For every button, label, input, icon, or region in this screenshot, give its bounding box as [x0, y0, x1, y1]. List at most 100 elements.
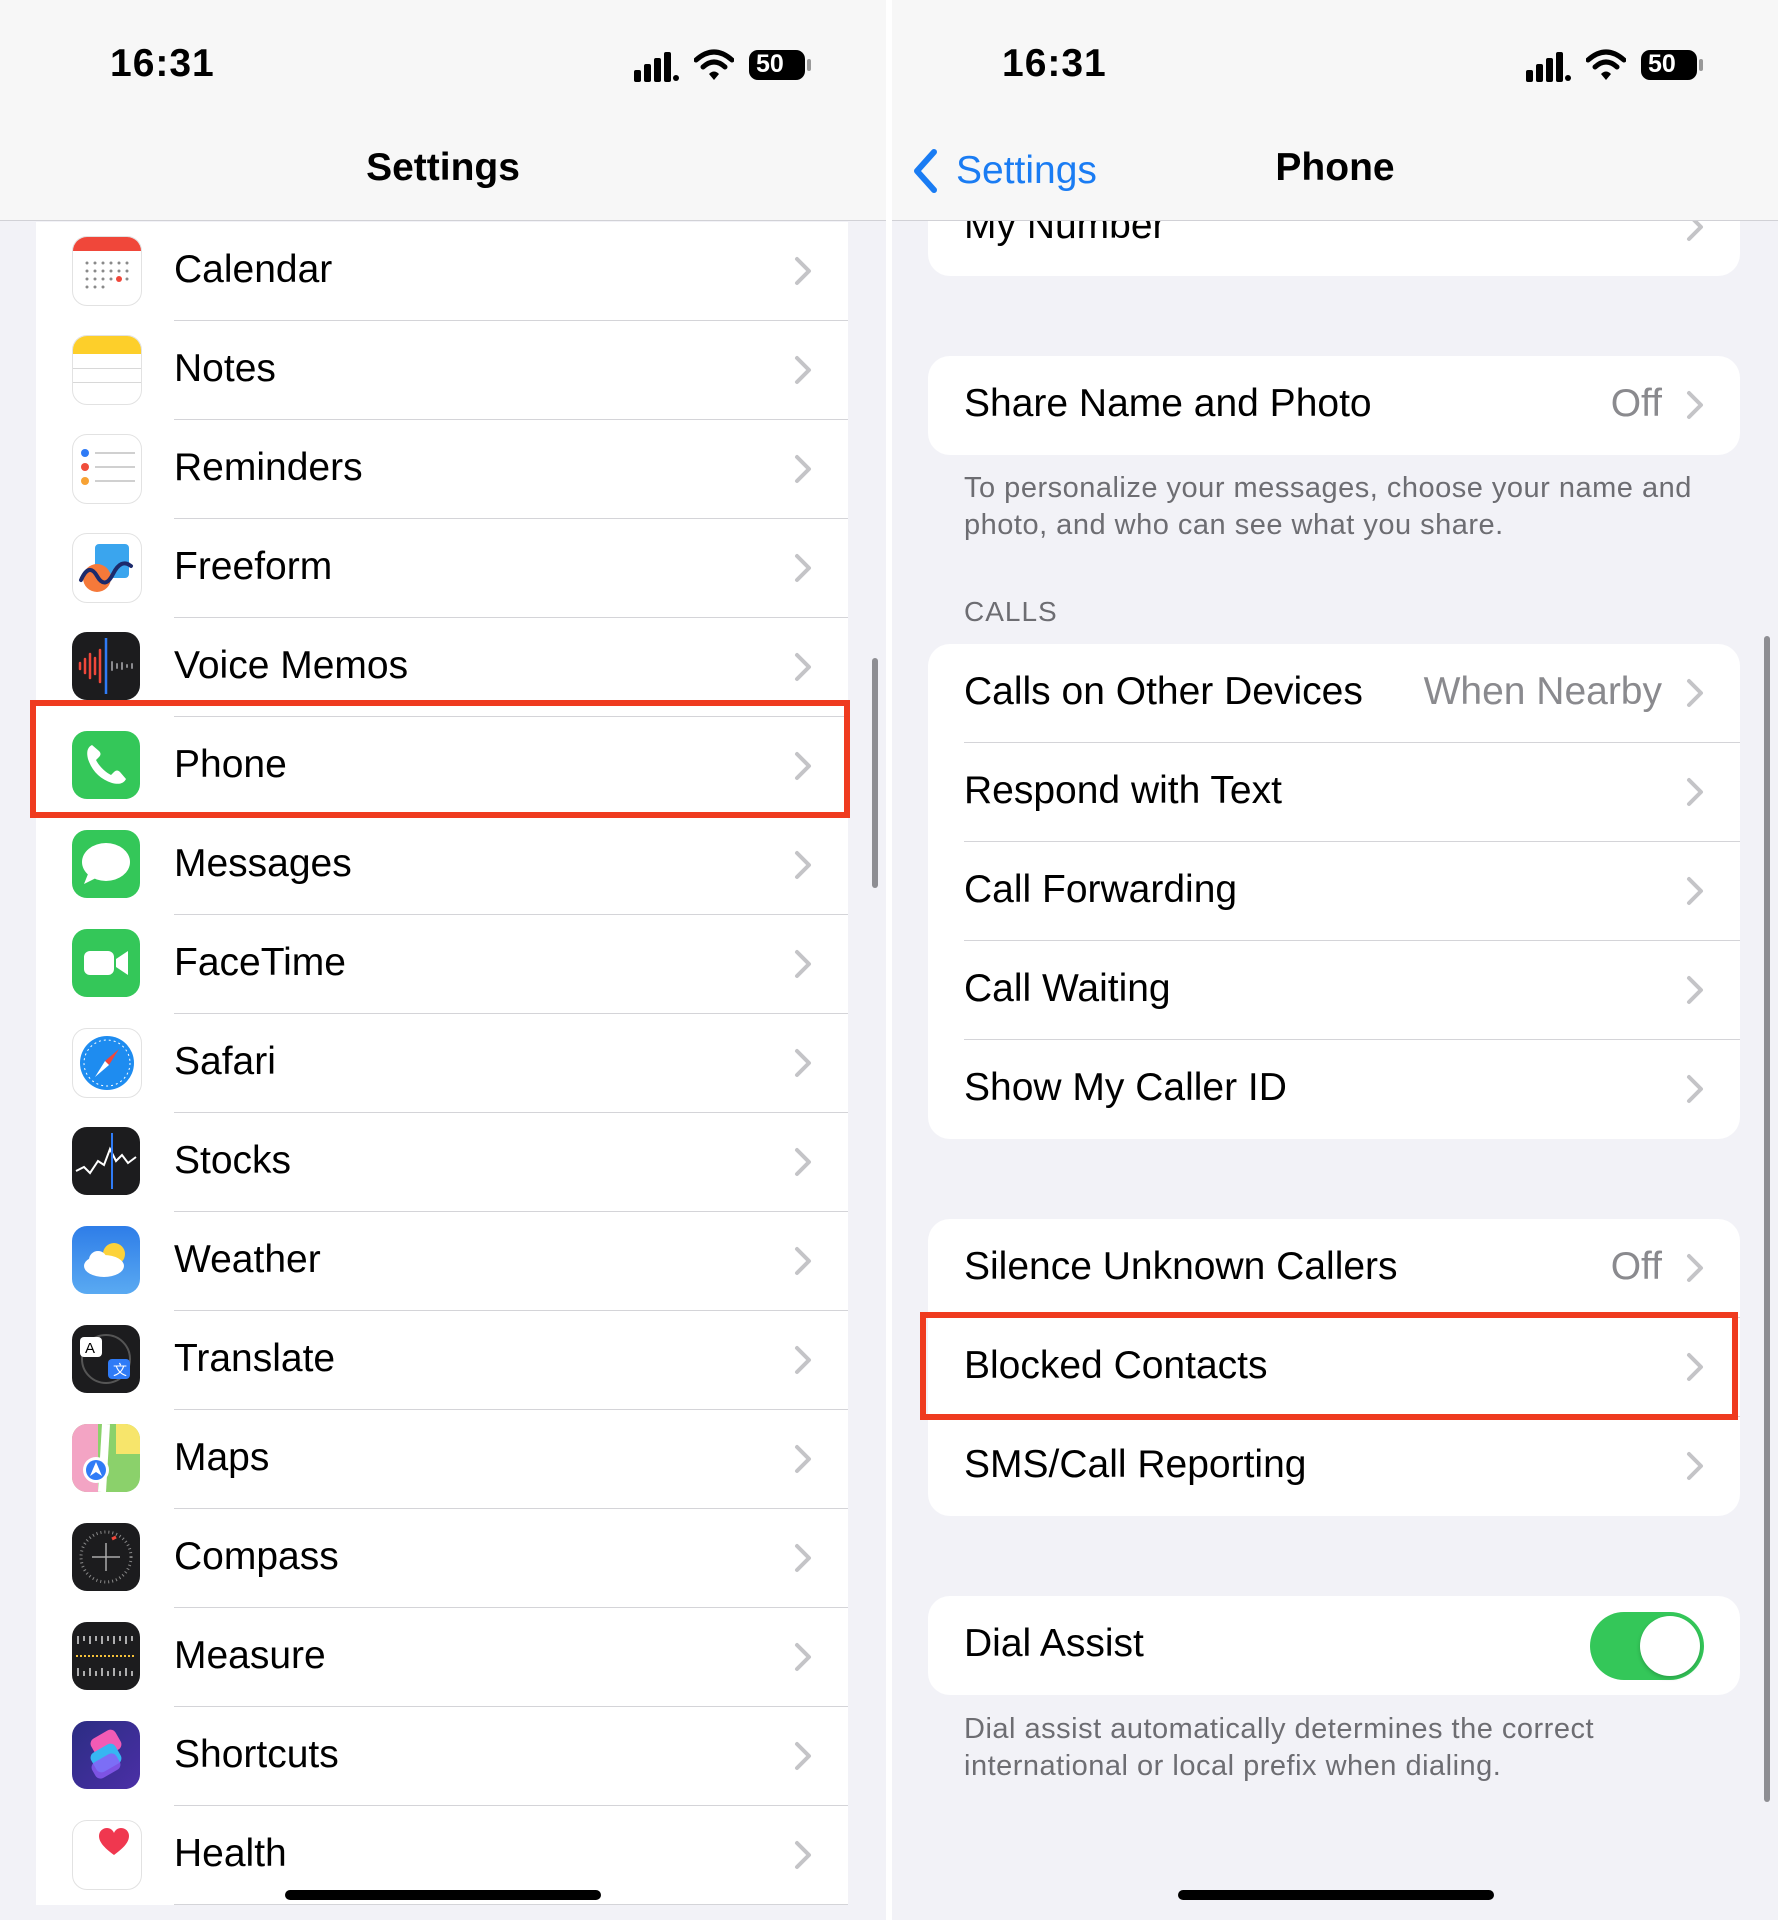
chevron-right-icon: [1686, 876, 1704, 906]
status-time: 16:31: [1002, 42, 1107, 85]
scrollbar[interactable]: [1764, 636, 1770, 1802]
calls-group: Calls on Other Devices When Nearby Respo…: [928, 644, 1740, 1139]
call-waiting-row[interactable]: Call Waiting: [928, 941, 1740, 1040]
share-name-group: Share Name and Photo Off: [928, 356, 1740, 455]
settings-item-measure[interactable]: Measure: [36, 1608, 848, 1707]
wifi-icon: [694, 49, 734, 80]
settings-item-calendar[interactable]: Calendar: [36, 222, 848, 321]
chevron-right-icon: [794, 1741, 812, 1771]
settings-item-label: Messages: [174, 842, 352, 885]
settings-item-label: Calendar: [174, 248, 333, 291]
share-name-and-photo-row[interactable]: Share Name and Photo Off: [928, 356, 1740, 455]
status-time: 16:31: [110, 42, 215, 85]
home-indicator[interactable]: [285, 1890, 601, 1900]
share-footnote: To personalize your messages, choose you…: [964, 472, 1692, 541]
health-icon: [72, 1820, 142, 1890]
settings-item-facetime[interactable]: FaceTime: [36, 915, 848, 1014]
row-label: SMS/Call Reporting: [964, 1443, 1307, 1486]
settings-item-stocks[interactable]: Stocks: [36, 1113, 848, 1212]
chevron-right-icon: [794, 256, 812, 286]
dial-assist-toggle[interactable]: [1590, 1612, 1704, 1680]
facetime-icon: [72, 929, 140, 997]
settings-item-label: Translate: [174, 1337, 336, 1380]
settings-item-messages[interactable]: Messages: [36, 816, 848, 915]
settings-item-translate[interactable]: A文 Translate: [36, 1311, 848, 1410]
dial-assist-group: Dial Assist: [928, 1596, 1740, 1695]
settings-item-label: Weather: [174, 1238, 321, 1281]
freeform-icon: [72, 533, 142, 603]
chevron-right-icon: [794, 1048, 812, 1078]
chevron-right-icon: [1686, 1451, 1704, 1481]
chevron-right-icon: [794, 454, 812, 484]
call-forwarding-row[interactable]: Call Forwarding: [928, 842, 1740, 941]
settings-item-maps[interactable]: Maps: [36, 1410, 848, 1509]
settings-item-safari[interactable]: Safari: [36, 1014, 848, 1113]
settings-item-shortcuts[interactable]: Shortcuts: [36, 1707, 848, 1806]
messages-icon: [72, 830, 140, 898]
shortcuts-icon: [72, 1721, 140, 1789]
svg-text:A: A: [85, 1340, 95, 1357]
row-label: Dial Assist: [964, 1622, 1144, 1665]
row-label: Show My Caller ID: [964, 1066, 1287, 1109]
toggle-knob: [1640, 1616, 1700, 1676]
calls-on-other-devices-row[interactable]: Calls on Other Devices When Nearby: [928, 644, 1740, 743]
voice-memos-icon: [72, 632, 140, 700]
settings-item-label: FaceTime: [174, 941, 346, 984]
notes-icon: [72, 335, 142, 405]
chevron-right-icon: [794, 1642, 812, 1672]
cellular-signal-icon: [634, 52, 679, 82]
translate-icon: A文: [72, 1325, 140, 1393]
show-my-caller-id-row[interactable]: Show My Caller ID: [928, 1040, 1740, 1139]
wifi-icon: [1586, 49, 1626, 80]
chevron-right-icon: [1686, 975, 1704, 1005]
chevron-right-icon: [794, 1246, 812, 1276]
chevron-right-icon: [794, 1444, 812, 1474]
settings-item-label: Notes: [174, 347, 276, 390]
nav-bar: Settings Phone: [892, 110, 1778, 221]
settings-item-label: Compass: [174, 1535, 339, 1578]
chevron-right-icon: [794, 949, 812, 979]
chevron-right-icon: [1686, 1253, 1704, 1283]
row-value: Off: [1610, 382, 1662, 425]
chevron-right-icon: [794, 1840, 812, 1870]
cellular-signal-icon: [1526, 52, 1571, 82]
chevron-right-icon: [794, 553, 812, 583]
phone-settings-screen: 16:31 50 My Number Settings Phone Share …: [892, 0, 1778, 1920]
settings-item-label: Safari: [174, 1040, 276, 1083]
settings-list: Calendar Notes Reminders Freeform Voice …: [36, 222, 848, 1905]
battery-level: 50: [1648, 50, 1676, 78]
chevron-right-icon: [794, 850, 812, 880]
settings-item-compass[interactable]: Compass: [36, 1509, 848, 1608]
page-title: Settings: [366, 146, 520, 189]
measure-icon: [72, 1622, 140, 1690]
settings-item-notes[interactable]: Notes: [36, 321, 848, 420]
settings-item-label: Freeform: [174, 545, 333, 588]
weather-icon: [72, 1226, 140, 1294]
respond-with-text-row[interactable]: Respond with Text: [928, 743, 1740, 842]
settings-item-label: Shortcuts: [174, 1733, 339, 1776]
battery-level: 50: [756, 50, 784, 78]
settings-item-freeform[interactable]: Freeform: [36, 519, 848, 618]
settings-item-label: Health: [174, 1832, 287, 1875]
row-label: Respond with Text: [964, 769, 1282, 812]
settings-item-label: Stocks: [174, 1139, 292, 1182]
settings-item-weather[interactable]: Weather: [36, 1212, 848, 1311]
chevron-right-icon: [1686, 678, 1704, 708]
calendar-icon: [72, 236, 142, 306]
highlight-box-phone: [30, 700, 850, 818]
sms-call-reporting-row[interactable]: SMS/Call Reporting: [928, 1417, 1740, 1516]
settings-item-reminders[interactable]: Reminders: [36, 420, 848, 519]
battery-icon: 50: [1640, 49, 1704, 81]
settings-item-label: Reminders: [174, 446, 363, 489]
home-indicator[interactable]: [1178, 1890, 1494, 1900]
divider: [174, 1904, 848, 1905]
row-value: Off: [1610, 1245, 1662, 1288]
scrollbar[interactable]: [872, 658, 878, 888]
highlight-box-blocked-contacts: [920, 1312, 1738, 1420]
row-label: Calls on Other Devices: [964, 670, 1363, 713]
row-label: Call Forwarding: [964, 868, 1238, 911]
reminders-icon: [72, 434, 142, 504]
dial-assist-row: Dial Assist: [928, 1596, 1740, 1695]
compass-icon: [72, 1523, 140, 1591]
silence-unknown-callers-row[interactable]: Silence Unknown Callers Off: [928, 1219, 1740, 1318]
